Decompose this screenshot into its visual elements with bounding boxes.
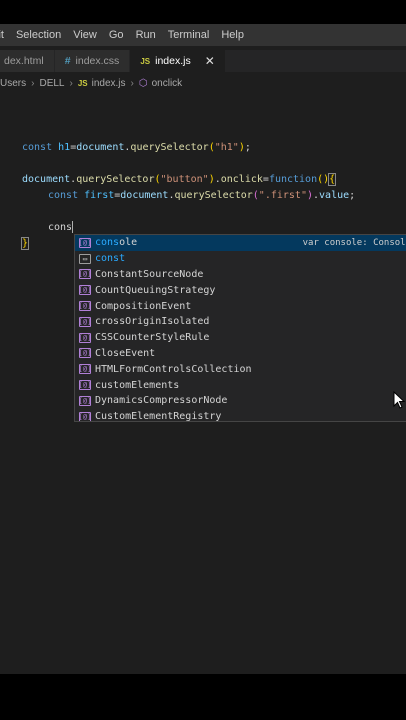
suggestion-label: customElements [95, 379, 180, 391]
suggestion-item[interactable]: [@] customElements [75, 377, 406, 393]
mouse-pointer-icon [393, 391, 405, 409]
menu-help[interactable]: Help [215, 29, 250, 41]
variable-icon: [@] [78, 332, 92, 343]
code-line-5[interactable]: } [20, 237, 30, 251]
keyword: const [48, 190, 79, 201]
suggestion-label: CountQueuingStrategy [95, 284, 216, 296]
breadcrumb-symbol[interactable]: onclick [152, 78, 183, 89]
breadcrumb: Users › DELL › JS index.js › ⬡ onclick [0, 74, 406, 92]
js-file-icon: JS [77, 78, 88, 88]
string-literal: ".first" [258, 190, 307, 201]
keyword: const [22, 142, 53, 153]
menu-run[interactable]: Run [130, 29, 162, 41]
property: onclick [220, 174, 263, 185]
identifier: document [76, 142, 125, 153]
variable-icon: [@] [78, 395, 92, 406]
suggestion-label: console [95, 237, 138, 249]
closing-brace: } [20, 237, 30, 250]
suggestion-item[interactable]: [@] CSSCounterStyleRule [75, 330, 406, 346]
suggestion-item[interactable]: ▭ const [75, 251, 406, 267]
function-name: querySelector [130, 142, 209, 153]
string-literal: "h1" [214, 142, 239, 153]
tab-label: dex.html [4, 55, 44, 67]
suggestion-item[interactable]: [@] CustomElementRegistry [75, 409, 406, 422]
code-line-4[interactable]: cons [48, 221, 74, 235]
variable-icon: [@] [78, 364, 92, 375]
breadcrumb-users[interactable]: Users [0, 78, 26, 89]
function-name: querySelector [76, 174, 155, 185]
chevron-right-icon: › [130, 77, 134, 89]
identifier: document [120, 190, 169, 201]
suggestion-label: ConstantSourceNode [95, 268, 204, 280]
property: value [319, 190, 350, 201]
menu-view[interactable]: View [67, 29, 103, 41]
menu-bar: lit Selection View Go Run Terminal Help [0, 24, 406, 46]
editor-window: lit Selection View Go Run Terminal Help … [0, 24, 406, 674]
suggestion-item[interactable]: [@] CompositionEvent [75, 298, 406, 314]
variable-icon: [@] [78, 269, 92, 280]
variable-icon: [@] [78, 301, 92, 312]
tab-label: index.js [155, 55, 191, 67]
suggestion-item-selected[interactable]: [@] console var console: Console [75, 235, 406, 251]
suggestion-detail: var console: Console [302, 237, 406, 248]
text-cursor [72, 221, 74, 233]
code-line-3[interactable]: const first=document.querySelector(".fir… [48, 189, 355, 203]
menu-terminal[interactable]: Terminal [162, 29, 216, 41]
breadcrumb-file[interactable]: index.js [92, 78, 126, 89]
suggestion-item[interactable]: [@] DynamicsCompressorNode [75, 393, 406, 409]
js-file-icon: JS [140, 56, 151, 66]
cube-icon: ⬡ [138, 77, 148, 89]
keyword-icon: ▭ [79, 253, 91, 264]
close-icon[interactable]: ✕ [205, 54, 215, 68]
variable-icon: [@] [78, 285, 92, 296]
suggestion-label: CloseEvent [95, 347, 156, 359]
menu-selection[interactable]: Selection [10, 29, 67, 41]
autocomplete-popup: [@] console var console: Console ▭ const… [74, 234, 406, 422]
suggestion-item[interactable]: [@] CloseEvent [75, 346, 406, 362]
code-line-1[interactable]: const h1=document.querySelector("h1"); [22, 141, 251, 155]
menu-go[interactable]: Go [103, 29, 130, 41]
function-name: querySelector [174, 190, 253, 201]
suggestion-label: const [95, 253, 126, 265]
suggestion-label: DynamicsCompressorNode [95, 395, 228, 407]
suggestion-label: CustomElementRegistry [95, 411, 222, 422]
keyword: function [268, 174, 318, 185]
suggestion-label: CompositionEvent [95, 300, 192, 312]
suggestion-label: CSSCounterStyleRule [95, 332, 210, 344]
variable-icon: [@] [78, 411, 92, 421]
tab-index-html[interactable]: dex.html [0, 50, 55, 72]
string-literal: "button" [160, 174, 209, 185]
variable-icon: [@] [78, 348, 92, 359]
variable-icon: [@] [78, 316, 92, 327]
tab-index-js[interactable]: JS index.js ✕ [130, 50, 226, 72]
suggestion-label: HTMLFormControlsCollection [95, 363, 252, 375]
editor-tabs: dex.html # index.css JS index.js ✕ [0, 50, 406, 72]
variable-icon: [@] [78, 237, 92, 248]
typed-text: cons [48, 222, 73, 233]
menu-edit[interactable]: lit [0, 29, 10, 41]
identifier: document [22, 174, 71, 185]
suggestion-item[interactable]: [@] crossOriginIsolated [75, 314, 406, 330]
variable-icon: [@] [78, 380, 92, 391]
css-file-icon: # [64, 55, 71, 67]
identifier: h1 [58, 142, 71, 153]
breadcrumb-dell[interactable]: DELL [39, 78, 64, 89]
chevron-right-icon: › [69, 77, 73, 89]
tab-label: index.css [75, 55, 120, 67]
code-line-2[interactable]: document.querySelector("button").onclick… [22, 173, 337, 187]
suggestion-item[interactable]: [@] ConstantSourceNode [75, 267, 406, 283]
tab-index-css[interactable]: # index.css [54, 50, 131, 72]
suggestion-item[interactable]: [@] HTMLFormControlsCollection [75, 361, 406, 377]
suggestion-label: crossOriginIsolated [95, 316, 210, 328]
suggestion-item[interactable]: [@] CountQueuingStrategy [75, 282, 406, 298]
chevron-right-icon: › [31, 77, 35, 89]
identifier: first [84, 190, 115, 201]
